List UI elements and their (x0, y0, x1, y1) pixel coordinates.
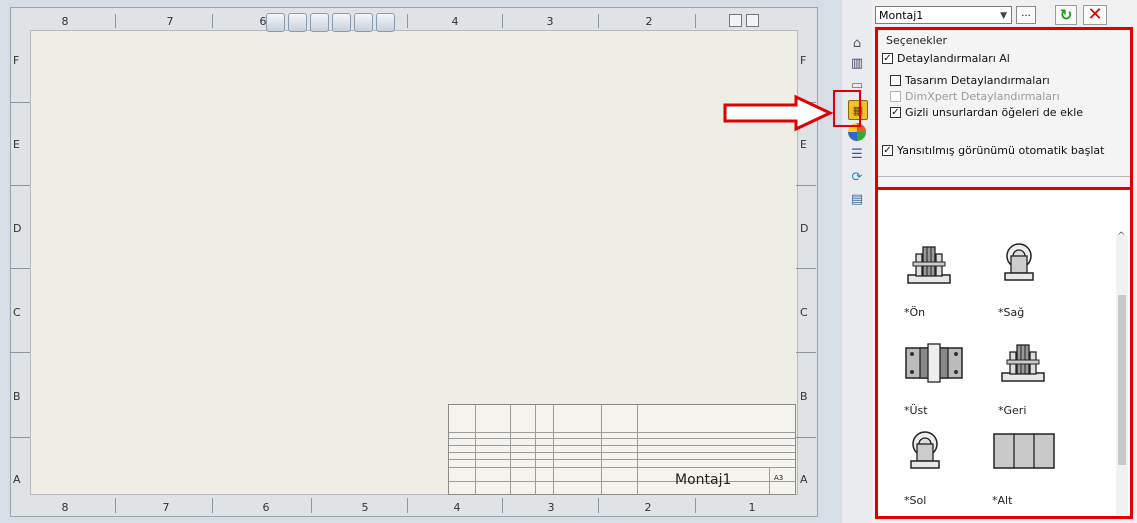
views-scrollbar[interactable]: ^ (1116, 231, 1128, 515)
document-select[interactable]: Montaj1 ▼ (875, 6, 1012, 24)
scroll-up-icon[interactable]: ^ (1117, 231, 1125, 242)
title-block[interactable] (448, 404, 796, 495)
display-style-icon[interactable] (376, 12, 395, 32)
zone-number-bottom: 2 (644, 501, 652, 514)
zone-number-top: 2 (645, 15, 653, 28)
top-view-thumbnail-icon (905, 343, 963, 383)
import-annotations-checkbox[interactable]: ✓ Detaylandırmaları Al (882, 52, 1010, 65)
options-title: Seçenekler (886, 34, 948, 47)
zone-number-bottom: 8 (61, 501, 69, 514)
view-left[interactable]: *Sol (904, 430, 974, 514)
pan-icon[interactable] (332, 12, 351, 32)
drawing-sheet-area[interactable]: 8 7 6 4 3 2 8 7 6 5 4 3 2 1 F E D C B A … (0, 0, 842, 523)
view-bottom[interactable]: *Alt (992, 430, 1062, 514)
zone-number-bottom: 4 (453, 501, 461, 514)
view-palette-highlight (833, 90, 861, 127)
view-right[interactable]: *Sağ (998, 242, 1068, 326)
checkbox-disabled-icon (890, 91, 901, 102)
left-view-thumbnail-icon (910, 431, 940, 469)
view-front-label: *Ön (904, 306, 926, 319)
zone-number-top: 8 (61, 15, 69, 28)
refresh-button[interactable]: ↻ (1055, 5, 1077, 25)
zone-number-top: 4 (451, 15, 459, 28)
document-bar: Montaj1 ▼ ... ↻ ✕ (872, 4, 1137, 28)
rotate-icon[interactable] (354, 12, 373, 32)
zone-number-bottom: 1 (748, 501, 756, 514)
dimxpert-annotations-checkbox: DimXpert Detaylandırmaları (890, 90, 1060, 103)
zone-letter-left: B (13, 390, 21, 403)
zone-letter-left: A (13, 473, 21, 486)
close-icon: ✕ (1087, 4, 1103, 25)
browse-button[interactable]: ... (1016, 6, 1036, 24)
zone-number-bottom: 7 (162, 501, 170, 514)
task-pane-tabs: ⌂ ▥ ▭ ▦ ☰ ⟳ ▤ (842, 0, 872, 523)
heads-up-view-toolbar (266, 12, 395, 32)
bottom-view-thumbnail-icon (993, 433, 1055, 469)
view-top[interactable]: *Üst (904, 340, 974, 424)
view-left-label: *Sol (904, 494, 927, 507)
home-icon[interactable]: ⌂ (848, 34, 866, 52)
chevron-down-icon: ▼ (1000, 11, 1007, 21)
options-divider (878, 176, 1130, 177)
zone-number-bottom: 5 (361, 501, 369, 514)
drawing-views-list[interactable]: ^ *Ön *Sağ *Üst *Geri *Sol *Alt (875, 187, 1133, 519)
sheet-window-controls (729, 14, 759, 27)
checkbox-unchecked-icon (890, 75, 901, 86)
zoom-in-out-icon[interactable] (310, 12, 329, 32)
zone-letter-right: F (800, 54, 807, 67)
minimize-icon[interactable] (729, 14, 742, 27)
auto-start-projected-label: Yansıtılmış görünümü otomatik başlat (897, 144, 1105, 157)
checkbox-checked-icon: ✓ (890, 106, 901, 118)
dimxpert-annotations-label: DimXpert Detaylandırmaları (905, 90, 1060, 103)
zone-letter-left: D (13, 222, 22, 235)
zone-number-bottom: 6 (262, 501, 270, 514)
zone-number-top: 3 (546, 15, 554, 28)
view-front[interactable]: *Ön (904, 242, 974, 326)
options-group: Seçenekler ✓ Detaylandırmaları Al Tasarı… (875, 27, 1133, 191)
view-right-label: *Sağ (998, 306, 1025, 319)
checkbox-checked-icon: ✓ (882, 52, 893, 64)
forum-icon[interactable]: ▤ (848, 190, 866, 208)
zone-letter-left: C (13, 306, 21, 319)
3d-parts-icon[interactable]: ▥ (848, 54, 866, 72)
auto-start-projected-checkbox[interactable]: ✓ Yansıtılmış görünümü otomatik başlat (882, 144, 1105, 157)
view-bottom-label: *Alt (992, 494, 1013, 507)
zoom-to-area-icon[interactable] (288, 12, 307, 32)
view-back[interactable]: *Geri (998, 340, 1068, 424)
document-select-value: Montaj1 (879, 9, 924, 22)
hidden-features-checkbox[interactable]: ✓ Gizli unsurlardan öğeleri de ekle (890, 106, 1083, 119)
zone-letter-right: B (800, 390, 808, 403)
checkbox-checked-icon: ✓ (882, 144, 893, 156)
title-block-sheet-size: A3 (774, 474, 784, 482)
zone-letter-right: C (800, 306, 808, 319)
view-back-label: *Geri (998, 404, 1027, 417)
view-palette-panel: Montaj1 ▼ ... ↻ ✕ Seçenekler ✓ Detayland… (872, 0, 1137, 523)
right-view-thumbnail-icon (1004, 243, 1034, 281)
hidden-features-label: Gizli unsurlardan öğeleri de ekle (905, 106, 1084, 119)
zone-number-bottom: 3 (547, 501, 555, 514)
front-view-thumbnail-icon (907, 246, 951, 284)
back-view-thumbnail-icon (1001, 344, 1045, 382)
design-annotations-checkbox[interactable]: Tasarım Detaylandırmaları (890, 74, 1050, 87)
scroll-thumb[interactable] (1118, 295, 1126, 465)
zone-number-top: 7 (166, 15, 174, 28)
view-top-label: *Üst (904, 404, 928, 417)
zone-letter-right: A (800, 473, 808, 486)
sync-icon[interactable]: ⟳ (848, 168, 866, 186)
zone-letter-right: D (800, 222, 809, 235)
custom-properties-icon[interactable]: ☰ (848, 145, 866, 163)
refresh-icon: ↻ (1059, 6, 1073, 24)
red-annotation-arrow (723, 94, 834, 132)
clear-all-button[interactable]: ✕ (1083, 5, 1107, 25)
zone-letter-left: F (13, 54, 20, 67)
restore-icon[interactable] (746, 14, 759, 27)
design-annotations-label: Tasarım Detaylandırmaları (905, 74, 1050, 87)
zoom-to-fit-icon[interactable] (266, 12, 285, 32)
import-annotations-label: Detaylandırmaları Al (897, 52, 1010, 65)
zone-letter-left: E (13, 138, 20, 151)
title-block-drawing-title: Montaj1 (675, 472, 732, 488)
zone-letter-right: E (800, 138, 807, 151)
